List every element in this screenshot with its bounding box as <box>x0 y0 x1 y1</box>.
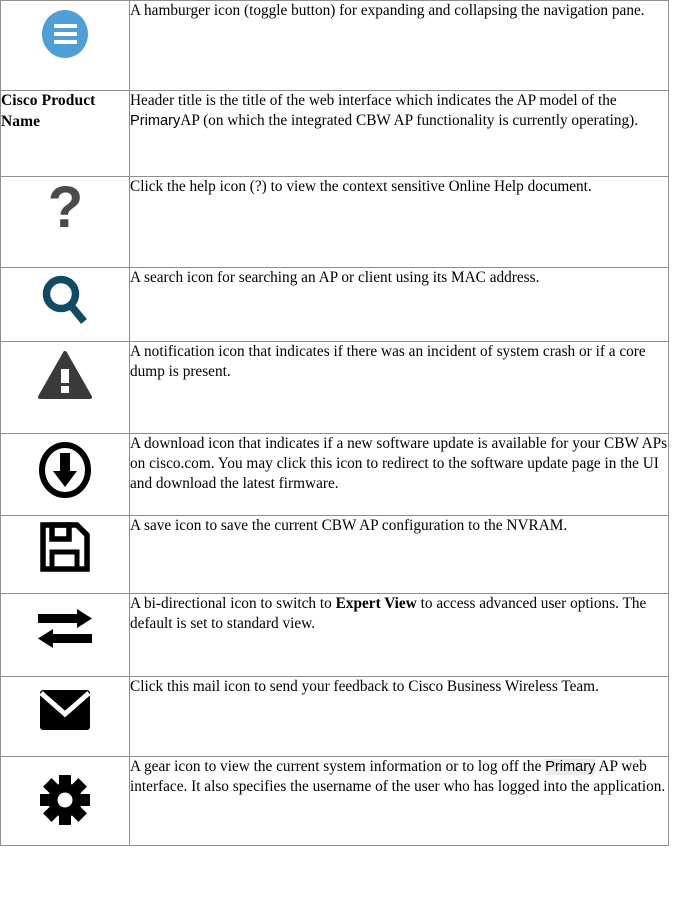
save-floppy-icon <box>40 522 90 572</box>
icon-cell-hamburger <box>0 0 130 91</box>
description-cell: A download icon that indicates if a new … <box>129 433 669 516</box>
mail-envelope-icon <box>39 690 91 730</box>
row-description: A notification icon that indicates if th… <box>130 343 646 380</box>
icon-cell-download <box>0 433 130 516</box>
row-description: Click this mail icon to send your feedba… <box>130 678 599 695</box>
desc-part-post: AP (on which the integrated CBW AP funct… <box>180 111 639 129</box>
description-cell: A search icon for searching an AP or cli… <box>129 267 669 342</box>
row-description: Header title is the title of the web int… <box>130 91 668 131</box>
hamburger-menu-icon <box>42 10 88 58</box>
desc-part-pre: Header title is the title of the web int… <box>130 92 617 109</box>
row-description: Click the help icon (?) to view the cont… <box>130 178 592 195</box>
table-row: A hamburger icon (toggle button) for exp… <box>0 0 669 91</box>
help-question-icon: ? <box>47 175 83 240</box>
table-row: A download icon that indicates if a new … <box>0 433 669 516</box>
desc-part-primary: Primary <box>130 112 181 129</box>
table-row: A save icon to save the current CBW AP c… <box>0 515 669 594</box>
table-row: Cisco Product Name Header title is the t… <box>0 90 669 177</box>
search-magnifier-icon <box>42 275 87 324</box>
table-row: A bi-directional icon to switch to Exper… <box>0 593 669 677</box>
icon-cell-gear <box>0 756 130 846</box>
table-row: A notification icon that indicates if th… <box>0 341 669 434</box>
row-description: A search icon for searching an AP or cli… <box>130 269 540 286</box>
icon-legend-table: A hamburger icon (toggle button) for exp… <box>0 0 669 846</box>
table-row: Click this mail icon to send your feedba… <box>0 676 669 757</box>
row-description: A bi-directional icon to switch to Exper… <box>130 594 668 634</box>
row-description: A download icon that indicates if a new … <box>130 435 668 492</box>
icon-cell-help: ? <box>0 175 130 268</box>
desc-part-pre: A bi-directional icon to switch to <box>130 595 336 612</box>
description-cell: Header title is the title of the web int… <box>129 90 669 177</box>
icon-cell-mail <box>0 676 130 757</box>
row-description: A gear icon to view the current system i… <box>130 757 668 797</box>
download-arrow-icon <box>39 442 91 498</box>
description-cell: A hamburger icon (toggle button) for exp… <box>129 0 669 91</box>
description-cell: A save icon to save the current CBW AP c… <box>129 515 669 594</box>
notification-warning-icon <box>38 351 92 399</box>
table-row: A search icon for searching an AP or cli… <box>0 267 669 342</box>
icon-cell-notification <box>0 341 130 434</box>
table-row: ? Click the help icon (?) to view the co… <box>0 175 669 268</box>
desc-part-expert-view: Expert View <box>335 595 417 612</box>
description-cell: A bi-directional icon to switch to Exper… <box>129 593 669 677</box>
gear-settings-icon <box>40 775 90 825</box>
desc-part-primary: Primary <box>545 759 596 775</box>
bidirectional-arrows-icon <box>38 609 92 648</box>
description-cell: Click this mail icon to send your feedba… <box>129 676 669 757</box>
description-cell: Click the help icon (?) to view the cont… <box>129 176 669 268</box>
description-cell: A gear icon to view the current system i… <box>129 756 669 846</box>
icon-cell-search <box>0 267 130 342</box>
table-row: A gear icon to view the current system i… <box>0 756 669 846</box>
icon-cell-bidirectional <box>0 593 130 677</box>
label-cell-product-name: Cisco Product Name <box>0 90 130 177</box>
desc-part-pre: A gear icon to view the current system i… <box>130 758 546 775</box>
description-cell: A notification icon that indicates if th… <box>129 341 669 434</box>
row-description: A hamburger icon (toggle button) for exp… <box>130 2 645 19</box>
row-description: A save icon to save the current CBW AP c… <box>130 517 568 534</box>
row-label: Cisco Product Name <box>1 92 96 130</box>
icon-cell-save <box>0 515 130 594</box>
